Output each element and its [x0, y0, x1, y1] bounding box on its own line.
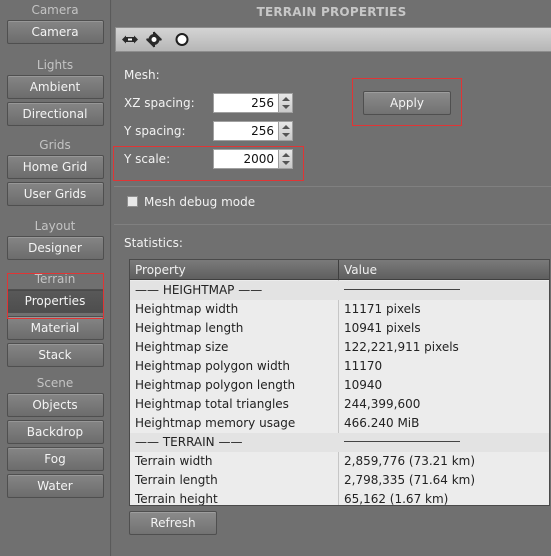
xz-spacing-stepper[interactable] — [278, 94, 292, 112]
value-cell — [344, 281, 544, 300]
table-header: Property Value — [130, 260, 549, 280]
separator-line — [344, 441, 460, 442]
property-cell: Heightmap width — [135, 302, 239, 316]
statistics-label: Statistics: — [124, 236, 183, 250]
property-cell: —— HEIGHTMAP —— — [135, 283, 263, 297]
table-row[interactable]: Heightmap polygon width 11170 — [130, 357, 549, 376]
panel-toolbar — [115, 27, 551, 52]
mesh-debug-label: Mesh debug mode — [144, 195, 256, 209]
xz-spacing-label: XZ spacing: — [124, 96, 195, 110]
circle-icon[interactable] — [173, 31, 191, 48]
table-row[interactable]: Heightmap polygon length 10940 — [130, 376, 549, 395]
property-cell: Heightmap size — [135, 340, 229, 354]
table-row[interactable]: Terrain width 2,859,776 (73.21 km) — [130, 452, 549, 471]
property-cell: Heightmap polygon width — [135, 359, 290, 373]
ambient-button[interactable]: Ambient — [6, 75, 104, 99]
table-row[interactable]: Heightmap size 122,221,911 pixels — [130, 338, 549, 357]
camera-button[interactable]: Camera — [6, 20, 104, 44]
backdrop-button[interactable]: Backdrop — [6, 420, 104, 444]
home-grid-button[interactable]: Home Grid — [6, 155, 104, 179]
property-cell: Heightmap total triangles — [135, 397, 289, 411]
refresh-button[interactable]: Refresh — [129, 511, 217, 535]
value-cell — [344, 433, 544, 452]
value-cell: 2,798,335 (71.64 km) — [344, 473, 476, 487]
value-cell: 2,859,776 (73.21 km) — [344, 454, 476, 468]
property-cell: Terrain height — [135, 492, 218, 506]
y-scale-input[interactable]: 2000 — [213, 149, 293, 169]
settings-icon[interactable] — [145, 31, 163, 48]
section-scene: Scene — [36, 376, 74, 390]
statistics-table[interactable]: Property Value —— HEIGHTMAP —— Heightmap … — [129, 259, 550, 506]
section-lights: Lights — [36, 58, 74, 72]
table-row[interactable]: Terrain length 2,798,335 (71.64 km) — [130, 471, 549, 490]
table-row[interactable]: Heightmap memory usage 466.240 MiB — [130, 414, 549, 433]
value-cell: 11170 — [344, 359, 383, 373]
mesh-divider — [114, 186, 551, 187]
properties-button[interactable]: Properties — [6, 289, 104, 313]
mesh-debug-checkbox[interactable] — [127, 196, 138, 207]
value-cell: 122,221,911 pixels — [344, 340, 459, 354]
value-cell: 11171 pixels — [344, 302, 421, 316]
table-row[interactable]: Heightmap length 10941 pixels — [130, 319, 549, 338]
table-section-row[interactable]: —— TERRAIN —— — [130, 433, 549, 452]
property-cell: —— TERRAIN —— — [135, 435, 243, 449]
table-section-row[interactable]: —— HEIGHTMAP —— — [130, 281, 549, 300]
value-cell: 10941 pixels — [344, 321, 421, 335]
property-cell: Heightmap polygon length — [135, 378, 296, 392]
directional-button[interactable]: Directional — [6, 102, 104, 126]
value-cell: 244,399,600 — [344, 397, 421, 411]
property-cell: Heightmap memory usage — [135, 416, 296, 430]
separator-line — [344, 289, 460, 290]
panel-title: TERRAIN PROPERTIES — [256, 5, 407, 19]
property-cell: Terrain width — [135, 454, 213, 468]
section-terrain: Terrain — [34, 272, 76, 286]
section-camera: Camera — [31, 3, 79, 17]
property-cell: Heightmap length — [135, 321, 244, 335]
xz-spacing-value: 256 — [251, 96, 274, 110]
sidebar: Camera Camera Lights Ambient Directional… — [0, 0, 111, 556]
designer-button[interactable]: Designer — [6, 236, 104, 260]
y-spacing-value: 256 — [251, 124, 274, 138]
apply-button[interactable]: Apply — [363, 91, 451, 115]
y-spacing-label: Y spacing: — [124, 124, 186, 138]
water-button[interactable]: Water — [6, 474, 104, 498]
value-cell: 466.240 MiB — [344, 416, 420, 430]
property-cell: Terrain length — [135, 473, 218, 487]
value-cell: 10940 — [344, 378, 383, 392]
table-row[interactable]: Heightmap total triangles 244,399,600 — [130, 395, 549, 414]
objects-button[interactable]: Objects — [6, 393, 104, 417]
table-row[interactable]: Heightmap width 11171 pixels — [130, 300, 549, 319]
expand-icon[interactable] — [121, 31, 139, 48]
section-layout: Layout — [34, 219, 76, 233]
debug-divider — [114, 224, 551, 225]
y-spacing-stepper[interactable] — [278, 122, 292, 140]
y-spacing-input[interactable]: 256 — [213, 121, 293, 141]
column-header-property[interactable]: Property — [130, 260, 339, 280]
fog-button[interactable]: Fog — [6, 447, 104, 471]
mesh-label: Mesh: — [124, 68, 160, 82]
column-header-value[interactable]: Value — [338, 260, 549, 280]
material-button[interactable]: Material — [6, 316, 104, 340]
table-row[interactable]: Terrain height 65,162 (1.67 km) — [130, 490, 549, 506]
value-cell: 65,162 (1.67 km) — [344, 492, 449, 506]
xz-spacing-input[interactable]: 256 — [213, 93, 293, 113]
y-scale-stepper[interactable] — [278, 150, 292, 168]
section-grids: Grids — [39, 138, 71, 152]
y-scale-value: 2000 — [243, 152, 274, 166]
stack-button[interactable]: Stack — [6, 343, 104, 367]
user-grids-button[interactable]: User Grids — [6, 182, 104, 206]
y-scale-label: Y scale: — [124, 152, 171, 166]
